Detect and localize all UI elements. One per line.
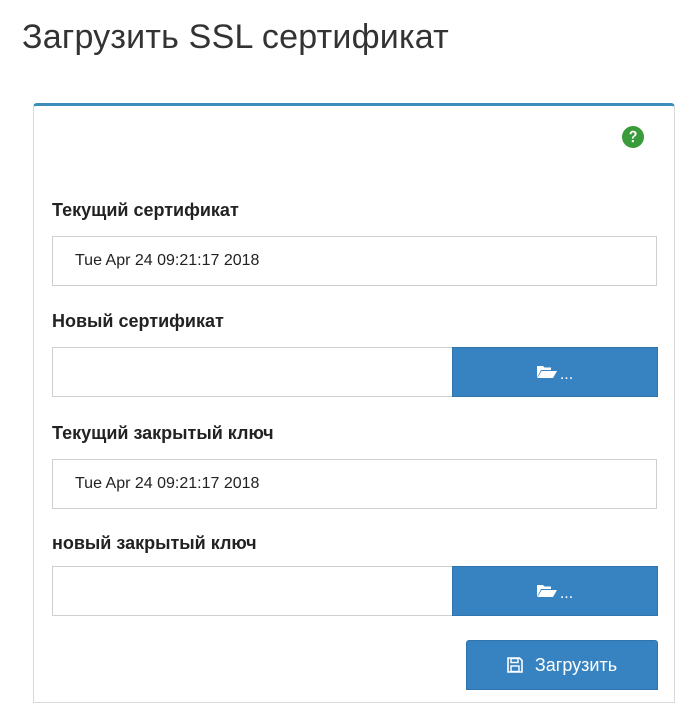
page-title: Загрузить SSL сертификат bbox=[22, 18, 449, 56]
new-certificate-file-input[interactable] bbox=[52, 347, 452, 397]
folder-open-icon bbox=[536, 585, 557, 597]
folder-open-icon bbox=[536, 366, 557, 378]
browse-ellipsis: ... bbox=[559, 585, 574, 602]
save-icon bbox=[507, 657, 523, 673]
upload-button-label: Загрузить bbox=[534, 654, 618, 675]
current-private-key-field: Tue Apr 24 09:21:17 2018 bbox=[52, 459, 657, 509]
new-certificate-label: Новый сертификат bbox=[52, 311, 224, 331]
question-circle-icon[interactable] bbox=[621, 125, 645, 149]
upload-button[interactable]: Загрузить bbox=[466, 640, 658, 690]
current-private-key-label: Текущий закрытый ключ bbox=[52, 423, 274, 443]
new-certificate-browse-button[interactable]: ... bbox=[452, 347, 658, 397]
new-private-key-label: новый закрытый ключ bbox=[52, 533, 257, 553]
browse-ellipsis: ... bbox=[559, 366, 574, 383]
current-certificate-field: Tue Apr 24 09:21:17 2018 bbox=[52, 236, 657, 286]
new-private-key-file-input[interactable] bbox=[52, 566, 452, 616]
new-private-key-browse-button[interactable]: ... bbox=[452, 566, 658, 616]
current-certificate-label: Текущий сертификат bbox=[52, 200, 239, 220]
